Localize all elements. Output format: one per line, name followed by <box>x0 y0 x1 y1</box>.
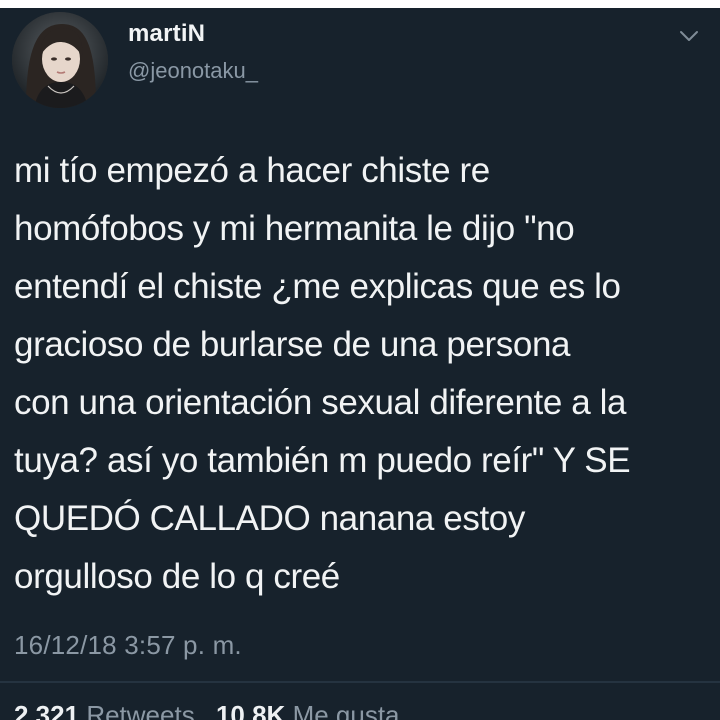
retweets-count[interactable]: 2.321 <box>14 700 79 720</box>
tweet-text-line: mi tío empezó a hacer chiste re <box>14 151 490 190</box>
likes-label[interactable]: Me gusta <box>293 700 400 720</box>
likes-count[interactable]: 10,8K <box>216 700 285 720</box>
retweets-label[interactable]: Retweets <box>86 700 194 720</box>
author-display-name[interactable]: martiN <box>128 20 205 48</box>
tweet-screenshot: martiN @jeonotaku_ mi tío empezó a hacer… <box>0 0 720 720</box>
avatar[interactable] <box>12 12 108 108</box>
tweet-text-line: orgulloso de lo q creé <box>14 557 340 596</box>
avatar-image <box>12 12 108 108</box>
chevron-down-icon[interactable] <box>678 28 700 44</box>
tweet-text-line: entendí el chiste ¿me explicas que es lo <box>14 267 621 306</box>
tweet-text-line: con una orientación sexual diferente a l… <box>14 383 627 422</box>
tweet-timestamp[interactable]: 16/12/18 3:57 p. m. <box>14 630 242 661</box>
tweet-text-line: tuya? así yo también m puedo reír" Y SE <box>14 441 631 480</box>
tweet-text-line: homófobos y mi hermanita le dijo "no <box>14 209 575 248</box>
tweet-stats: 2.321 Retweets 10,8K Me gusta <box>14 700 414 720</box>
tweet-text: mi tío empezó a hacer chiste re homófobo… <box>14 142 704 606</box>
tweet-text-line: gracioso de burlarse de una persona <box>14 325 571 364</box>
tweet-text-line: QUEDÓ CALLADO nanana estoy <box>14 499 525 538</box>
divider <box>0 681 720 683</box>
author-handle[interactable]: @jeonotaku_ <box>128 58 258 84</box>
top-border <box>0 0 720 8</box>
